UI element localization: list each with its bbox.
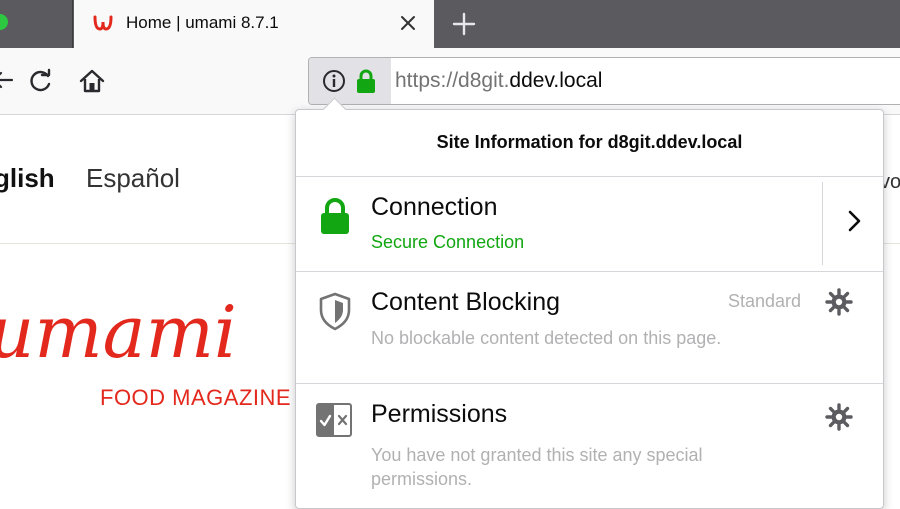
- tab-strip: Home | umami 8.7.1: [0, 0, 900, 48]
- url-text[interactable]: https://d8git.ddev.local: [395, 69, 602, 93]
- tab-active[interactable]: Home | umami 8.7.1: [74, 0, 434, 48]
- language-link-espanol[interactable]: Español: [86, 163, 180, 194]
- tab-title: Home | umami 8.7.1: [126, 13, 279, 32]
- navigation-toolbar: https://d8git.ddev.local: [0, 48, 900, 115]
- umami-favicon-icon: [93, 15, 113, 31]
- url-scheme: https://: [395, 69, 459, 92]
- new-tab-icon[interactable]: [448, 8, 480, 40]
- permissions-icon: [316, 403, 352, 437]
- shield-icon: [319, 292, 351, 331]
- url-bar[interactable]: https://d8git.ddev.local: [308, 57, 900, 105]
- url-host: ddev.local: [509, 69, 603, 92]
- permissions-heading: Permissions: [371, 400, 508, 428]
- identity-box[interactable]: [309, 58, 391, 104]
- content-blocking-status: No blockable content detected on this pa…: [371, 328, 722, 348]
- lock-icon: [321, 198, 349, 234]
- site-tagline: FOOD MAGAZINE: [100, 385, 292, 410]
- permissions-section: Permissions You have not granted this si…: [296, 383, 883, 508]
- popup-header: Site Information for d8git.ddev.local: [296, 110, 883, 177]
- content-blocking-level: Standard: [728, 291, 802, 311]
- home-icon[interactable]: [78, 67, 106, 95]
- lock-icon[interactable]: [355, 68, 377, 94]
- connection-status: Secure Connection: [371, 232, 525, 252]
- connection-divider: [822, 182, 823, 265]
- gear-icon[interactable]: [825, 403, 853, 431]
- chevron-right-icon[interactable]: [839, 206, 869, 236]
- back-arrow-icon[interactable]: [0, 68, 14, 92]
- gear-icon[interactable]: [825, 288, 853, 316]
- window-zoom-button[interactable]: [0, 14, 8, 30]
- info-icon[interactable]: [322, 69, 346, 93]
- connection-heading: Connection: [371, 193, 498, 221]
- url-subdomain: d8git.: [458, 69, 510, 92]
- language-link-english[interactable]: glish: [0, 163, 55, 194]
- content-blocking-section: Content Blocking Standard No blockable c…: [296, 271, 883, 384]
- tab-inactive[interactable]: [0, 0, 73, 48]
- permissions-status-line-2: permissions.: [371, 469, 473, 489]
- connection-section[interactable]: Connection Secure Connection: [296, 176, 883, 272]
- site-logo[interactable]: umami: [0, 290, 237, 374]
- content-blocking-heading: Content Blocking: [371, 288, 561, 316]
- popup-title: Site Information for d8git.ddev.local: [436, 132, 743, 152]
- reload-icon[interactable]: [28, 68, 54, 94]
- site-information-popup: Site Information for d8git.ddev.local Co…: [295, 97, 884, 509]
- close-icon[interactable]: [396, 11, 420, 35]
- permissions-status-line-1: You have not granted this site any speci…: [371, 445, 703, 465]
